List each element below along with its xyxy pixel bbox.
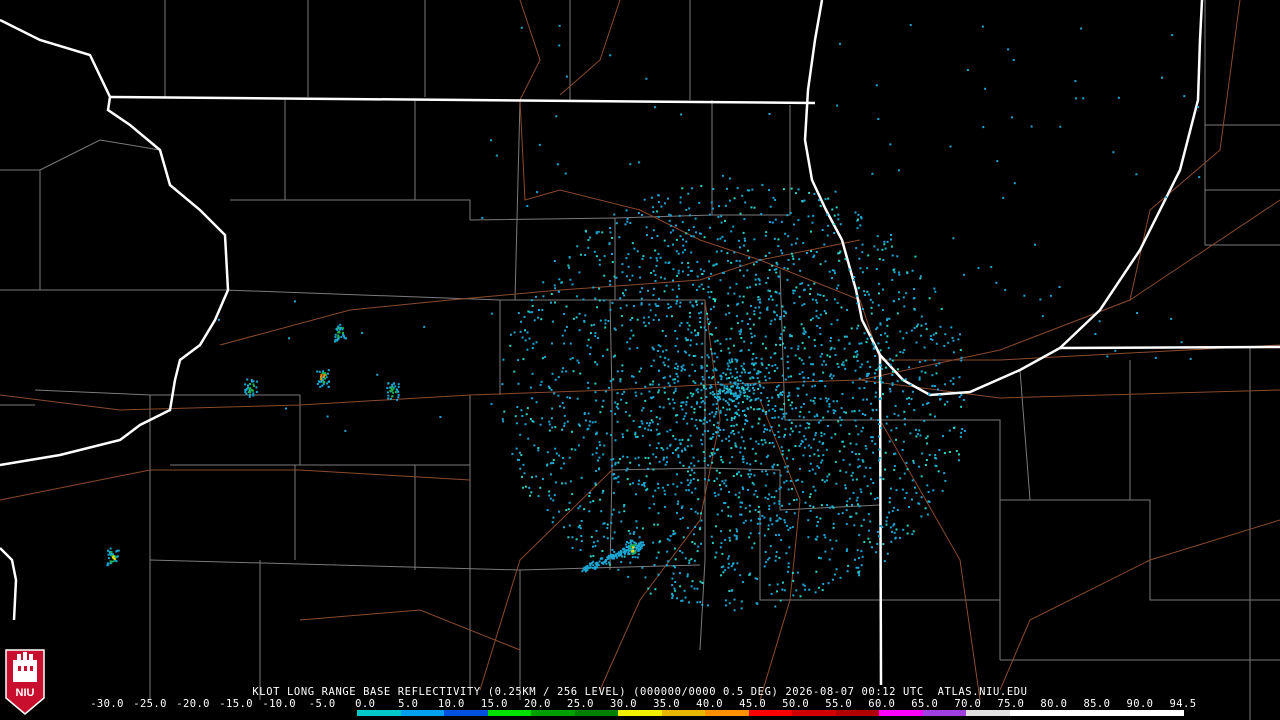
logo-text: NIU bbox=[16, 687, 35, 699]
colorbar-swatch bbox=[400, 710, 445, 716]
colorbar-swatch bbox=[792, 710, 836, 716]
colorbar-tick-label: 25.0 bbox=[566, 698, 594, 710]
wisconsin-illinois-border bbox=[109, 95, 816, 105]
indiana-illinois-border bbox=[878, 354, 883, 686]
colorbar-swatch bbox=[444, 710, 488, 716]
iowa-illinois-border bbox=[0, 18, 230, 467]
colorbar-tick-label: 50.0 bbox=[782, 698, 810, 710]
colorbar-swatch bbox=[313, 710, 358, 716]
colorbar-tick-label: 80.0 bbox=[1040, 698, 1068, 710]
colorbar-swatch bbox=[574, 710, 619, 716]
colorbar-swatch bbox=[1096, 710, 1141, 716]
colorbar bbox=[96, 710, 1184, 716]
colorbar-tick-label: -15.0 bbox=[219, 698, 253, 710]
colorbar-swatch bbox=[748, 710, 793, 716]
colorbar-tick-label: 60.0 bbox=[868, 698, 896, 710]
colorbar-tick-label: 75.0 bbox=[997, 698, 1025, 710]
colorbar-swatch bbox=[1053, 710, 1097, 716]
colorbar-tick-label: -5.0 bbox=[308, 698, 336, 710]
colorbar-tick-label: 10.0 bbox=[437, 698, 465, 710]
colorbar-swatch bbox=[270, 710, 314, 716]
colorbar-tick-label: 40.0 bbox=[696, 698, 723, 710]
niu-logo: NIU bbox=[5, 649, 45, 715]
colorbar-tick-label: -10.0 bbox=[262, 698, 296, 710]
colorbar-swatch bbox=[1009, 710, 1054, 716]
colorbar-swatch bbox=[183, 710, 227, 716]
colorbar-tick-label: 70.0 bbox=[954, 698, 982, 710]
colorbar-swatch bbox=[705, 710, 749, 716]
colorbar-tick-label: 35.0 bbox=[653, 698, 680, 710]
missouri-boundary bbox=[0, 547, 18, 621]
colorbar-swatch bbox=[226, 710, 271, 716]
state-boundaries bbox=[0, 0, 1280, 686]
colorbar-swatch bbox=[661, 710, 706, 716]
colorbar-tick-label: 5.0 bbox=[398, 698, 419, 710]
colorbar-swatch bbox=[139, 710, 184, 716]
colorbar-swatch bbox=[879, 710, 923, 716]
colorbar-swatch bbox=[531, 710, 575, 716]
product-title: KLOT LONG RANGE BASE REFLECTIVITY (0.25K… bbox=[252, 686, 1028, 698]
colorbar-tick-labels: -30.0 -25.0 -20.0 -15.0 -10.0 -5.0 0.0 5.0 10.0 1… bbox=[90, 698, 1197, 710]
colorbar-swatch bbox=[618, 710, 662, 716]
colorbar-swatch bbox=[966, 710, 1010, 716]
colorbar-tick-label: -30.0 bbox=[90, 698, 124, 710]
colorbar-tick-label: -20.0 bbox=[176, 698, 210, 710]
colorbar-tick-label: 85.0 bbox=[1083, 698, 1111, 710]
colorbar-tick-label: 65.0 bbox=[911, 698, 939, 710]
colorbar-tick-label: 15.0 bbox=[480, 698, 508, 710]
colorbar-tick-label: 94.5 bbox=[1169, 698, 1197, 710]
colorbar-swatch bbox=[96, 710, 140, 716]
county-boundaries bbox=[0, 0, 1280, 720]
colorbar-tick-label: 45.0 bbox=[739, 698, 767, 710]
colorbar-tick-label: 90.0 bbox=[1126, 698, 1154, 710]
colorbar-tick-label: -25.0 bbox=[133, 698, 167, 710]
colorbar-tick-label: 55.0 bbox=[825, 698, 853, 710]
colorbar-swatch bbox=[835, 710, 880, 716]
colorbar-tick-label: 30.0 bbox=[610, 698, 637, 710]
colorbar-swatch bbox=[357, 710, 401, 716]
indiana-michigan-border bbox=[1059, 345, 1280, 350]
colorbar-swatch bbox=[487, 710, 532, 716]
radar-map bbox=[0, 0, 1280, 720]
colorbar-tick-label: 0.0 bbox=[355, 698, 376, 710]
colorbar-swatch bbox=[922, 710, 967, 716]
colorbar-tick-label: 20.0 bbox=[523, 698, 551, 710]
reflectivity-echoes bbox=[106, 24, 1201, 612]
colorbar-swatch bbox=[1140, 710, 1184, 716]
